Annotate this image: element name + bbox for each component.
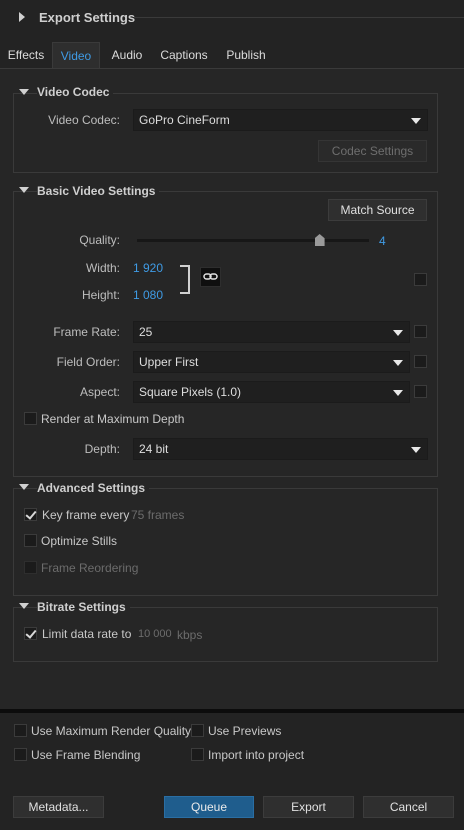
limit-data-rate-label[interactable]: Limit data rate to bbox=[42, 627, 131, 641]
field-order-label: Field Order: bbox=[56, 355, 120, 369]
use-previews-checkbox[interactable] bbox=[191, 724, 204, 737]
aspect-value: Square Pixels (1.0) bbox=[139, 385, 242, 399]
dimensions-override-checkbox[interactable] bbox=[414, 273, 427, 286]
aspect-label: Aspect: bbox=[79, 385, 120, 399]
use-frame-blending-label[interactable]: Use Frame Blending bbox=[31, 748, 140, 762]
use-frame-blending-checkbox[interactable] bbox=[14, 748, 27, 761]
optimize-stills-label[interactable]: Optimize Stills bbox=[41, 534, 117, 548]
header-divider bbox=[134, 17, 464, 18]
field-order-value: Upper First bbox=[139, 355, 199, 369]
collapse-arrow-icon[interactable] bbox=[19, 89, 29, 95]
chevron-down-icon bbox=[393, 330, 403, 336]
aspect-dropdown[interactable]: Square Pixels (1.0) bbox=[133, 381, 410, 403]
width-value[interactable]: 1 920 bbox=[133, 261, 163, 275]
quality-slider[interactable] bbox=[137, 234, 369, 246]
export-settings-title: Export Settings bbox=[39, 10, 136, 25]
export-settings-header[interactable]: Export Settings bbox=[0, 0, 464, 34]
render-max-depth-checkbox[interactable] bbox=[24, 412, 37, 425]
quality-value[interactable]: 4 bbox=[379, 234, 386, 248]
field-order-dropdown[interactable]: Upper First bbox=[133, 351, 410, 373]
depth-label: Depth: bbox=[84, 442, 120, 456]
video-codec-label: Video Codec: bbox=[48, 113, 120, 127]
metadata-button[interactable]: Metadata... bbox=[13, 796, 104, 818]
frame-rate-value: 25 bbox=[139, 325, 153, 339]
use-max-render-quality-checkbox[interactable] bbox=[14, 724, 27, 737]
limit-data-rate-unit: kbps bbox=[177, 628, 203, 642]
quality-slider-thumb[interactable] bbox=[314, 234, 325, 246]
limit-data-rate-value[interactable]: 10 000 bbox=[138, 628, 172, 640]
collapse-arrow-icon[interactable] bbox=[19, 187, 29, 193]
tab-video[interactable]: Video bbox=[52, 42, 100, 68]
frame-rate-dropdown[interactable]: 25 bbox=[133, 321, 410, 343]
video-codec-dropdown[interactable]: GoPro CineForm bbox=[133, 109, 428, 131]
export-button[interactable]: Export bbox=[263, 796, 354, 818]
frame-rate-checkbox[interactable] bbox=[414, 325, 427, 338]
collapse-arrow-icon[interactable] bbox=[19, 484, 29, 490]
key-frame-value[interactable]: 75 frames bbox=[131, 508, 184, 522]
link-constrain-icon[interactable] bbox=[200, 267, 221, 287]
cancel-button[interactable]: Cancel bbox=[363, 796, 454, 818]
video-codec-value: GoPro CineForm bbox=[139, 113, 230, 127]
collapse-arrow-icon[interactable] bbox=[19, 603, 29, 609]
frame-reordering-label[interactable]: Frame Reordering bbox=[41, 561, 138, 575]
dimension-bracket bbox=[180, 265, 190, 294]
depth-dropdown[interactable]: 24 bit bbox=[133, 438, 428, 460]
depth-value: 24 bit bbox=[139, 442, 169, 456]
chevron-down-icon bbox=[411, 118, 421, 124]
advanced-settings-header: Advanced Settings bbox=[37, 481, 150, 495]
tab-publish[interactable]: Publish bbox=[218, 42, 274, 68]
match-source-button[interactable]: Match Source bbox=[328, 199, 427, 221]
chevron-down-icon bbox=[393, 390, 403, 396]
optimize-stills-checkbox[interactable] bbox=[24, 534, 37, 547]
chevron-down-icon bbox=[411, 447, 421, 453]
basic-video-header: Basic Video Settings bbox=[37, 184, 160, 198]
height-value[interactable]: 1 080 bbox=[133, 288, 163, 302]
render-max-depth-label[interactable]: Render at Maximum Depth bbox=[41, 412, 184, 426]
tab-effects[interactable]: Effects bbox=[2, 42, 50, 68]
tab-audio[interactable]: Audio bbox=[103, 42, 151, 68]
video-codec-header: Video Codec bbox=[37, 85, 114, 99]
tab-captions[interactable]: Captions bbox=[152, 42, 216, 68]
field-order-checkbox[interactable] bbox=[414, 355, 427, 368]
use-previews-label[interactable]: Use Previews bbox=[208, 724, 281, 738]
bitrate-settings-header: Bitrate Settings bbox=[37, 600, 130, 614]
queue-button[interactable]: Queue bbox=[164, 796, 254, 818]
codec-settings-button[interactable]: Codec Settings bbox=[318, 140, 427, 162]
import-into-project-label[interactable]: Import into project bbox=[208, 748, 304, 762]
quality-label: Quality: bbox=[79, 233, 120, 247]
aspect-checkbox[interactable] bbox=[414, 385, 427, 398]
key-frame-checkbox[interactable] bbox=[24, 508, 37, 521]
footer-divider bbox=[0, 709, 464, 713]
frame-rate-label: Frame Rate: bbox=[53, 325, 120, 339]
width-label: Width: bbox=[85, 261, 120, 275]
expand-arrow-icon[interactable] bbox=[19, 12, 25, 22]
limit-data-rate-checkbox[interactable] bbox=[24, 627, 37, 640]
frame-reordering-checkbox[interactable] bbox=[24, 561, 37, 574]
key-frame-label[interactable]: Key frame every bbox=[42, 508, 129, 522]
use-max-render-quality-label[interactable]: Use Maximum Render Quality bbox=[31, 724, 191, 738]
quality-slider-track bbox=[137, 239, 369, 242]
chevron-down-icon bbox=[393, 360, 403, 366]
height-label: Height: bbox=[81, 288, 120, 302]
import-into-project-checkbox[interactable] bbox=[191, 748, 204, 761]
